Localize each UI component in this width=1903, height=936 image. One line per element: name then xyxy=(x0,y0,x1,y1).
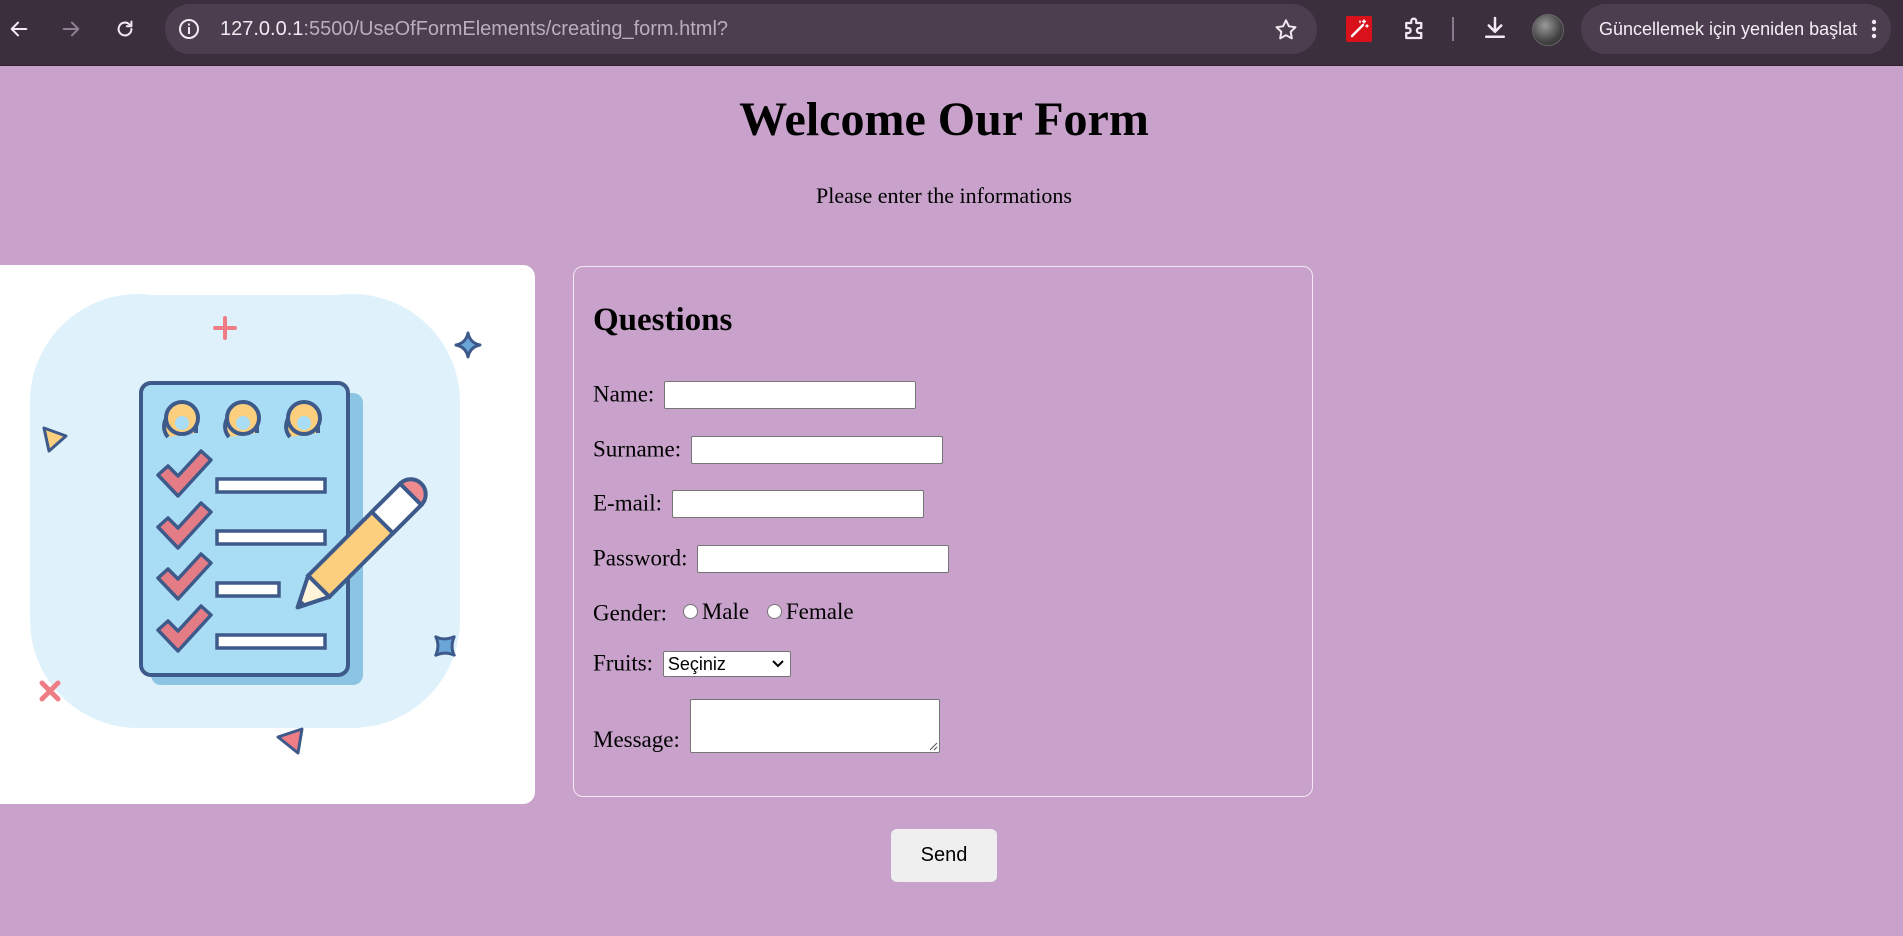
arrow-left-icon xyxy=(10,21,28,37)
page-title: Welcome Our Form xyxy=(739,93,1149,146)
url-host: 127.0.0.1 xyxy=(220,18,304,40)
site-info-icon[interactable] xyxy=(177,17,201,41)
password-row: Password: xyxy=(593,544,950,573)
gender-male-radio[interactable] xyxy=(682,604,698,620)
checklist-notepad-icon xyxy=(30,294,482,755)
gender-label: Gender: xyxy=(593,600,668,626)
profile-avatar[interactable] xyxy=(1532,14,1564,46)
surname-row: Surname: xyxy=(593,435,943,464)
more-menu-icon[interactable] xyxy=(1871,19,1877,39)
send-button[interactable]: Send xyxy=(891,829,997,882)
email-label: E-mail: xyxy=(593,490,662,516)
reload-icon xyxy=(117,20,133,37)
toolbar-divider xyxy=(1452,17,1454,41)
restart-label: Güncellemek için yeniden başlat xyxy=(1599,19,1858,39)
message-label: Message: xyxy=(593,727,680,752)
bookmark-star-icon[interactable] xyxy=(1273,17,1299,43)
url-path: :5500/UseOfFormElements/creating_form.ht… xyxy=(303,18,729,40)
back-button[interactable] xyxy=(2,12,36,46)
name-label: Name: xyxy=(593,381,655,407)
resize-grip-icon[interactable] xyxy=(928,741,938,751)
magic-wand-icon xyxy=(1350,19,1369,38)
gender-male-label: Male xyxy=(701,599,750,624)
extensions-puzzle-icon[interactable] xyxy=(1400,13,1430,43)
browser-toolbar: 127.0.0.1:5500/UseOfFormElements/creatin… xyxy=(0,0,1903,66)
surname-input[interactable] xyxy=(690,435,943,464)
gender-female-label: Female xyxy=(785,599,854,624)
arrow-right-icon xyxy=(62,21,80,37)
questions-fieldset: Questions Name: Surname: E-mail: Passwor… xyxy=(573,266,1313,797)
name-row: Name: xyxy=(593,380,917,409)
fruits-selected-value: Seçiniz xyxy=(667,653,726,674)
address-bar[interactable]: 127.0.0.1:5500/UseOfFormElements/creatin… xyxy=(165,4,1317,54)
fruits-select[interactable]: Seçiniz xyxy=(662,650,791,677)
page-subtitle: Please enter the informations xyxy=(816,183,1072,208)
questions-heading: Questions xyxy=(593,302,733,338)
fruits-label: Fruits: xyxy=(593,650,654,676)
email-row: E-mail: xyxy=(593,489,924,518)
password-input[interactable] xyxy=(697,544,950,573)
gender-row: Gender: Male Female xyxy=(593,599,854,627)
surname-label: Surname: xyxy=(593,436,682,462)
gender-female-radio[interactable] xyxy=(766,604,782,620)
form-illustration xyxy=(0,265,535,804)
chevron-down-icon xyxy=(772,660,784,668)
password-label: Password: xyxy=(593,545,688,571)
download-icon[interactable] xyxy=(1480,13,1510,43)
forward-button[interactable] xyxy=(54,12,88,46)
email-input[interactable] xyxy=(671,489,924,518)
reload-button[interactable] xyxy=(108,12,142,46)
url-text[interactable]: 127.0.0.1:5500/UseOfFormElements/creatin… xyxy=(220,4,728,54)
message-textarea[interactable] xyxy=(689,699,940,753)
restart-to-update-button[interactable]: Güncellemek için yeniden başlat xyxy=(1581,4,1891,54)
name-input[interactable] xyxy=(664,380,917,409)
extension-icon[interactable] xyxy=(1346,16,1372,42)
message-row: Message: xyxy=(593,699,940,753)
fruits-row: Fruits: Seçiniz xyxy=(593,649,791,677)
